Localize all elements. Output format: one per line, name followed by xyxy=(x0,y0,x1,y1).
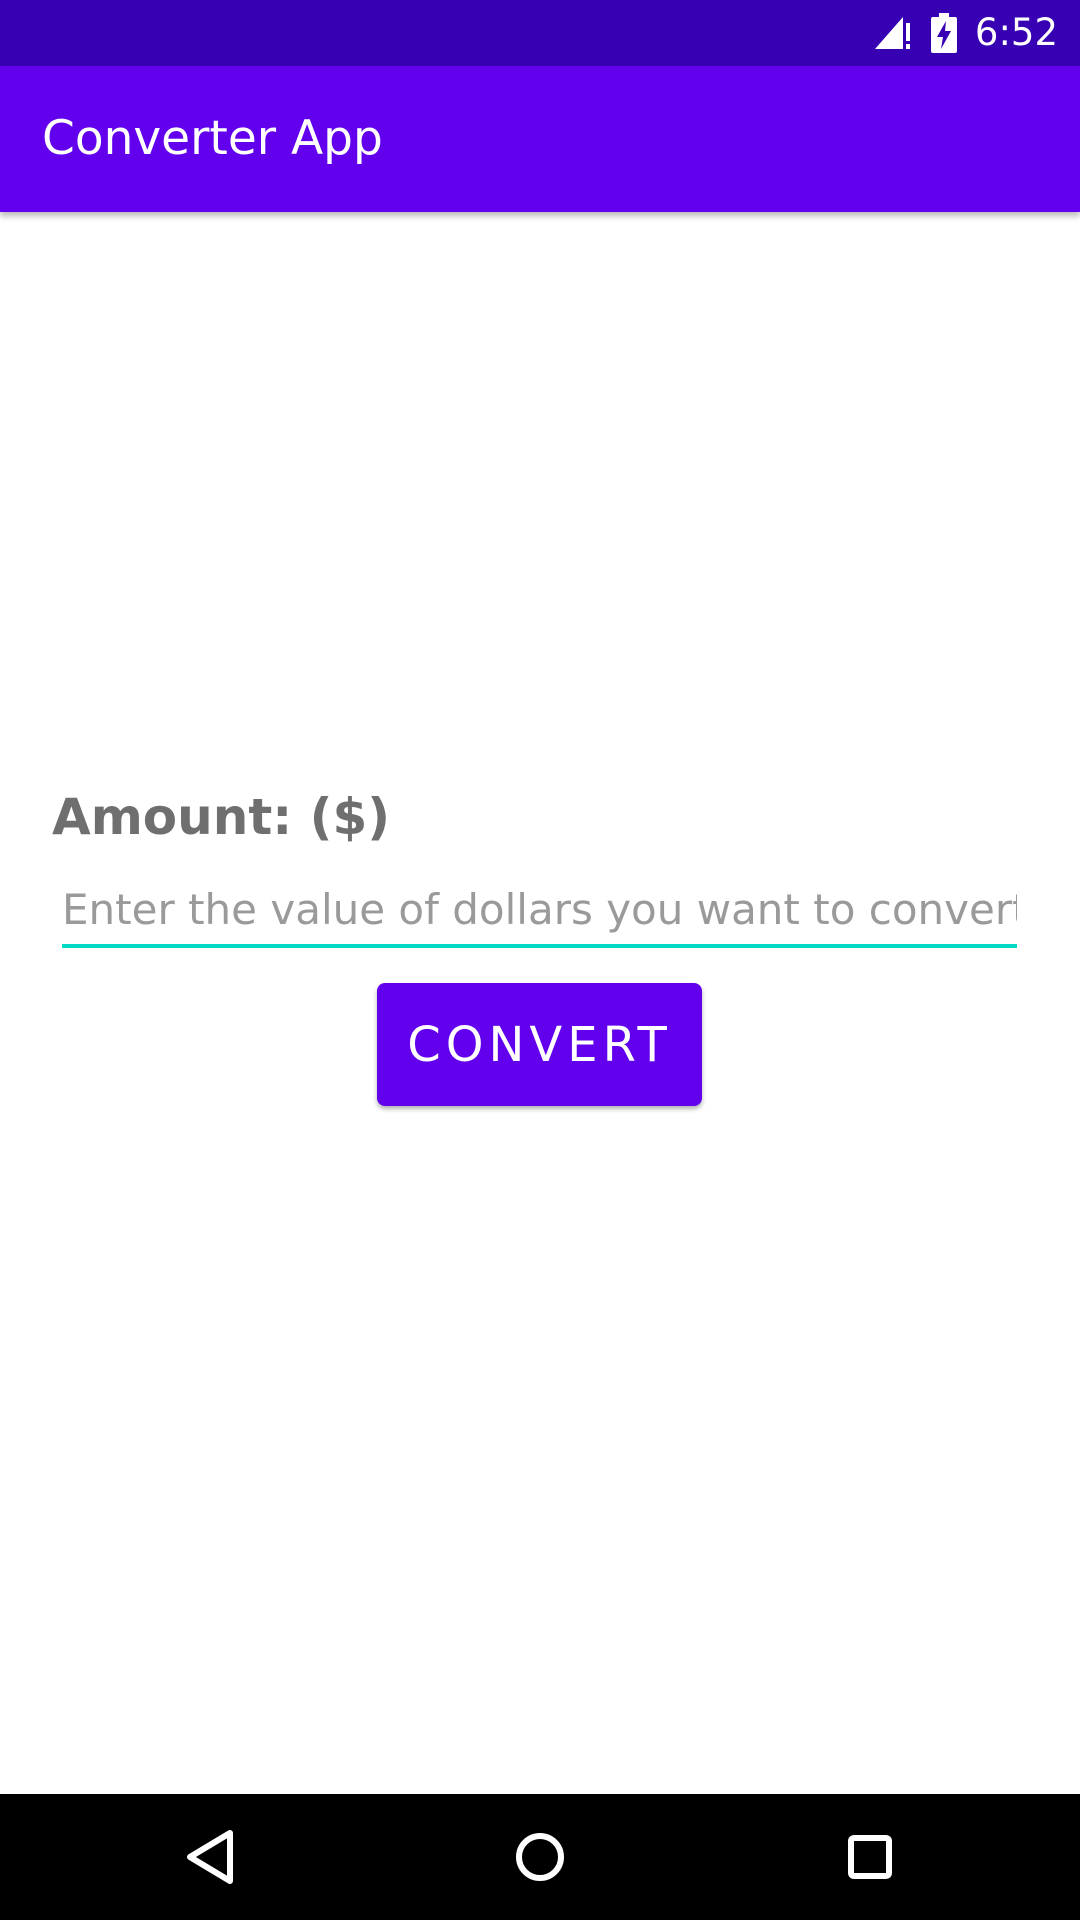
status-bar: 6:52 xyxy=(0,0,1080,66)
nav-home-button[interactable] xyxy=(470,1794,610,1920)
navigation-bar xyxy=(0,1794,1080,1920)
convert-button[interactable]: CONVERT xyxy=(377,983,702,1106)
screen: 6:52 Converter App Amount: ($) CONVERT xyxy=(0,0,1080,1920)
battery-charging-icon xyxy=(930,13,957,53)
nav-recents-button[interactable] xyxy=(800,1794,940,1920)
recents-icon xyxy=(848,1835,892,1879)
nav-back-button[interactable] xyxy=(140,1794,280,1920)
back-icon xyxy=(184,1829,236,1885)
status-icons: 6:52 xyxy=(873,0,1058,66)
app-title: Converter App xyxy=(42,111,383,166)
app-bar: Converter App xyxy=(0,66,1080,212)
amount-input[interactable] xyxy=(62,874,1017,948)
signal-no-data-icon xyxy=(873,15,913,51)
status-time: 6:52 xyxy=(974,11,1058,54)
home-icon xyxy=(515,1832,565,1882)
amount-label: Amount: ($) xyxy=(52,788,391,846)
